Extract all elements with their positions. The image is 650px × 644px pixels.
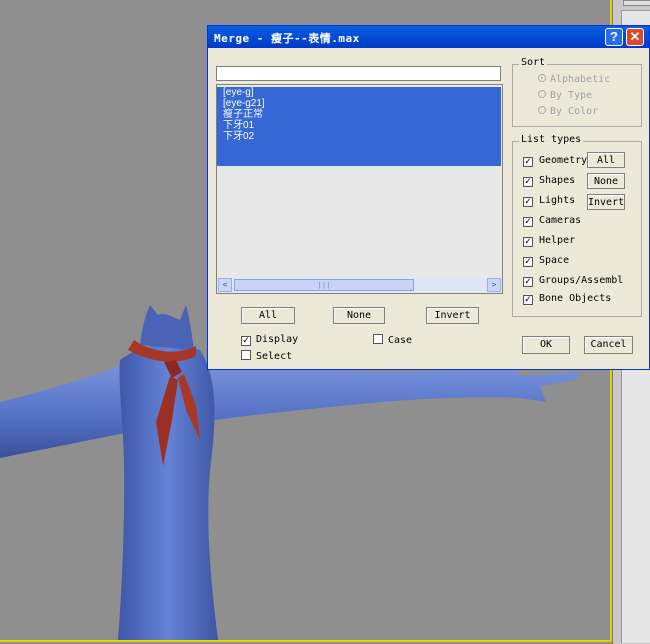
ok-button[interactable]: OK	[522, 336, 570, 354]
list-item-eye-g21[interactable]: [eye-g21]	[217, 98, 501, 109]
scroll-right-arrow-icon[interactable]: >	[487, 278, 501, 292]
list-item-eye-g[interactable]: [eye-g]	[217, 87, 501, 98]
sort-alphabetic[interactable]: Alphabetic	[538, 74, 610, 85]
helper-label: Helper	[539, 235, 576, 246]
type-bone-objects[interactable]: ✓ Bone Objects	[523, 293, 611, 305]
shapes-label: Shapes	[539, 175, 576, 186]
type-cameras[interactable]: ✓ Cameras	[523, 215, 581, 227]
space-checkbox[interactable]: ✓	[523, 257, 533, 267]
list-item-body-normal[interactable]: 瘦子正常	[217, 109, 501, 120]
display-checkbox[interactable]: ✓	[241, 336, 251, 346]
title-bar[interactable]: Merge - 瘦子--表情.max ? ✕	[208, 26, 649, 48]
list-types-all-button[interactable]: All	[587, 152, 625, 168]
bone-objects-label: Bone Objects	[539, 293, 612, 304]
sort-by-type[interactable]: By Type	[538, 90, 592, 101]
list-types-group: List types ✓ Geometry ✓ Shapes ✓ Lights ✓ Ca…	[512, 134, 642, 317]
dialog-title: Merge - 瘦子--表情.max	[214, 32, 360, 45]
sort-group: Sort Alphabetic By Type By Color	[512, 57, 642, 127]
list-types-invert-button[interactable]: Invert	[587, 194, 625, 210]
type-geometry[interactable]: ✓ Geometry	[523, 155, 587, 167]
scroll-left-arrow-icon[interactable]: <	[218, 278, 232, 292]
close-button[interactable]: ✕	[626, 28, 644, 46]
select-all-button[interactable]: All	[241, 307, 295, 324]
select-option[interactable]: Select	[241, 350, 292, 363]
list-types-none-button[interactable]: None	[587, 173, 625, 189]
geometry-checkbox[interactable]: ✓	[523, 157, 533, 167]
space-label: Space	[539, 255, 570, 266]
groups-checkbox[interactable]: ✓	[523, 277, 533, 287]
select-checkbox[interactable]	[241, 350, 251, 360]
shapes-checkbox[interactable]: ✓	[523, 177, 533, 187]
type-space[interactable]: ✓ Space	[523, 255, 569, 267]
sort-alphabetic-label: Alphabetic	[550, 74, 611, 85]
list-item-lower-teeth-02[interactable]: 下牙02	[217, 131, 501, 142]
case-checkbox[interactable]	[373, 334, 383, 344]
type-helper[interactable]: ✓ Helper	[523, 235, 575, 247]
horizontal-scrollbar[interactable]: < ||| >	[218, 278, 501, 292]
display-option[interactable]: ✓ Display	[241, 334, 298, 347]
radio-icon[interactable]	[538, 106, 546, 114]
cameras-checkbox[interactable]: ✓	[523, 217, 533, 227]
select-label: Select	[256, 351, 293, 362]
type-shapes[interactable]: ✓ Shapes	[523, 175, 575, 187]
select-none-button[interactable]: None	[333, 307, 385, 324]
sort-by-color-label: By Color	[550, 106, 599, 117]
help-button[interactable]: ?	[605, 28, 623, 46]
radio-icon[interactable]	[538, 90, 546, 98]
sort-by-color[interactable]: By Color	[538, 106, 598, 117]
name-filter-input[interactable]	[216, 66, 501, 81]
radio-icon[interactable]	[538, 74, 546, 82]
lights-label: Lights	[539, 195, 576, 206]
select-invert-button[interactable]: Invert	[426, 307, 479, 324]
case-label: Case	[388, 335, 413, 346]
bone-objects-checkbox[interactable]: ✓	[523, 295, 533, 305]
cancel-button[interactable]: Cancel	[584, 336, 633, 354]
cameras-label: Cameras	[539, 215, 582, 226]
panel-top-field	[623, 0, 650, 6]
selection-highlight	[217, 142, 501, 166]
sort-by-type-label: By Type	[550, 90, 593, 101]
geometry-label: Geometry	[539, 155, 588, 166]
type-groups[interactable]: ✓ Groups/Assembl	[523, 275, 623, 287]
display-label: Display	[256, 334, 299, 345]
list-types-group-label: List types	[519, 134, 584, 145]
scroll-thumb[interactable]: |||	[234, 279, 414, 291]
helper-checkbox[interactable]: ✓	[523, 237, 533, 247]
lights-checkbox[interactable]: ✓	[523, 197, 533, 207]
type-lights[interactable]: ✓ Lights	[523, 195, 575, 207]
object-list[interactable]: [eye-g] [eye-g21] 瘦子正常 下牙01 下牙02 < ||| >	[216, 84, 503, 294]
sort-group-label: Sort	[519, 57, 548, 68]
groups-label: Groups/Assembl	[539, 275, 624, 286]
list-item-lower-teeth-01[interactable]: 下牙01	[217, 120, 501, 131]
merge-dialog: Merge - 瘦子--表情.max ? ✕ [eye-g] [eye-g21]…	[207, 25, 650, 370]
case-option[interactable]: Case	[373, 334, 412, 347]
